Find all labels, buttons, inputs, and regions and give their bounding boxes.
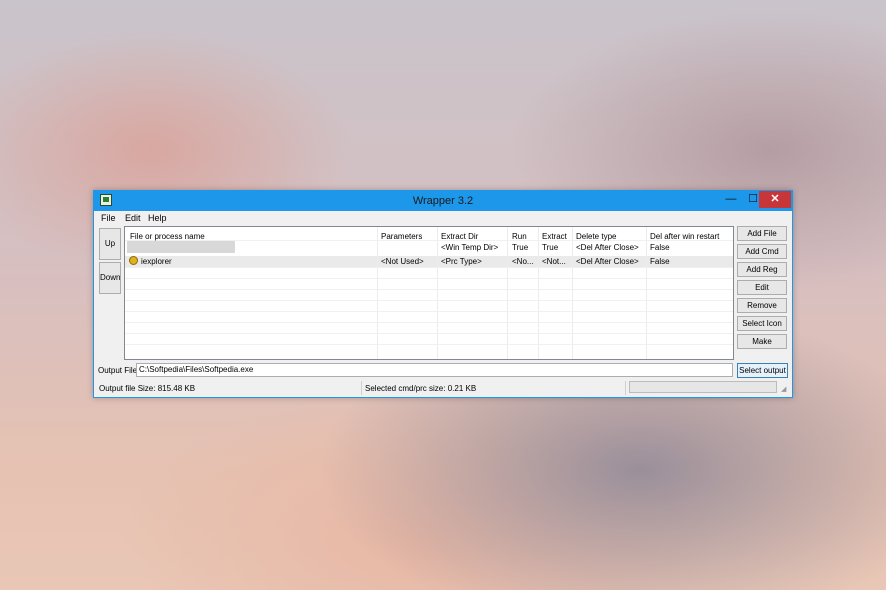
status-divider — [361, 381, 362, 395]
row-run[interactable]: True — [512, 243, 528, 252]
row-divider — [125, 322, 733, 323]
row-parameters[interactable]: <Not Used> — [381, 257, 424, 266]
output-file-label: Output File: — [98, 366, 140, 375]
column-divider — [377, 227, 378, 359]
row-extract-dir[interactable]: <Prc Type> — [441, 257, 482, 266]
column-header-name[interactable]: File or process name — [130, 232, 205, 241]
output-file-field[interactable]: C:\Softpedia\Files\Softpedia.exe — [136, 363, 733, 377]
row-del-after-restart[interactable]: False — [650, 257, 670, 266]
status-divider — [625, 381, 626, 395]
select-output-button[interactable]: Select output — [737, 363, 788, 378]
column-divider — [507, 227, 508, 359]
file-list[interactable]: File or process name Parameters Extract … — [124, 226, 734, 360]
row-divider — [125, 289, 733, 290]
column-header-extract[interactable]: Extract — [542, 232, 567, 241]
window-title: Wrapper 3.2 — [412, 195, 474, 207]
make-button[interactable]: Make — [737, 334, 787, 349]
row-divider — [125, 333, 733, 334]
add-reg-button[interactable]: Add Reg — [737, 262, 787, 277]
row-name[interactable]: iexplorer — [141, 257, 172, 266]
wrapper-window: Wrapper 3.2 — ☐ ✕ File Edit Help Up Down… — [93, 190, 793, 398]
row-divider — [125, 344, 733, 345]
title-bar[interactable]: Wrapper 3.2 — ☐ ✕ — [94, 191, 792, 211]
resize-grip-icon[interactable]: ◢ — [781, 385, 789, 393]
edit-button[interactable]: Edit — [737, 280, 787, 295]
minimize-button[interactable]: — — [720, 191, 742, 208]
status-bar: Output file Size: 815.48 KB Selected cmd… — [94, 379, 792, 397]
up-button[interactable]: Up — [99, 228, 121, 260]
row-del-after-restart[interactable]: False — [650, 243, 670, 252]
remove-button[interactable]: Remove — [737, 298, 787, 313]
row-run[interactable]: <No... — [512, 257, 534, 266]
row-extract[interactable]: True — [542, 243, 558, 252]
process-icon — [129, 256, 138, 265]
column-divider — [572, 227, 573, 359]
column-header-delete-type[interactable]: Delete type — [576, 232, 616, 241]
row-divider — [125, 311, 733, 312]
column-divider — [646, 227, 647, 359]
menu-edit[interactable]: Edit — [125, 213, 141, 223]
row-divider — [125, 300, 733, 301]
menu-file[interactable]: File — [101, 213, 116, 223]
down-button[interactable]: Down — [99, 262, 121, 294]
selected-row-highlight — [125, 256, 733, 267]
row-extract[interactable]: <Not... — [542, 257, 566, 266]
row-delete-type[interactable]: <Del After Close> — [576, 257, 639, 266]
column-header-run[interactable]: Run — [512, 232, 527, 241]
selected-size-status: Selected cmd/prc size: 0.21 KB — [365, 384, 477, 393]
output-size-status: Output file Size: 815.48 KB — [99, 384, 196, 393]
add-cmd-button[interactable]: Add Cmd — [737, 244, 787, 259]
column-header-del-after-restart[interactable]: Del after win restart — [650, 232, 719, 241]
menu-help[interactable]: Help — [148, 213, 167, 223]
add-file-button[interactable]: Add File — [737, 226, 787, 241]
redacted-file-name[interactable] — [127, 241, 235, 253]
column-header-extract-dir[interactable]: Extract Dir — [441, 232, 478, 241]
close-button[interactable]: ✕ — [759, 191, 791, 208]
row-extract-dir[interactable]: <Win Temp Dir> — [441, 243, 498, 252]
menu-bar: File Edit Help — [94, 211, 792, 225]
progress-bar — [629, 381, 777, 393]
row-divider — [125, 278, 733, 279]
column-header-parameters[interactable]: Parameters — [381, 232, 422, 241]
column-divider — [437, 227, 438, 359]
row-divider — [125, 267, 733, 268]
column-divider — [538, 227, 539, 359]
row-delete-type[interactable]: <Del After Close> — [576, 243, 639, 252]
select-icon-button[interactable]: Select Icon — [737, 316, 787, 331]
